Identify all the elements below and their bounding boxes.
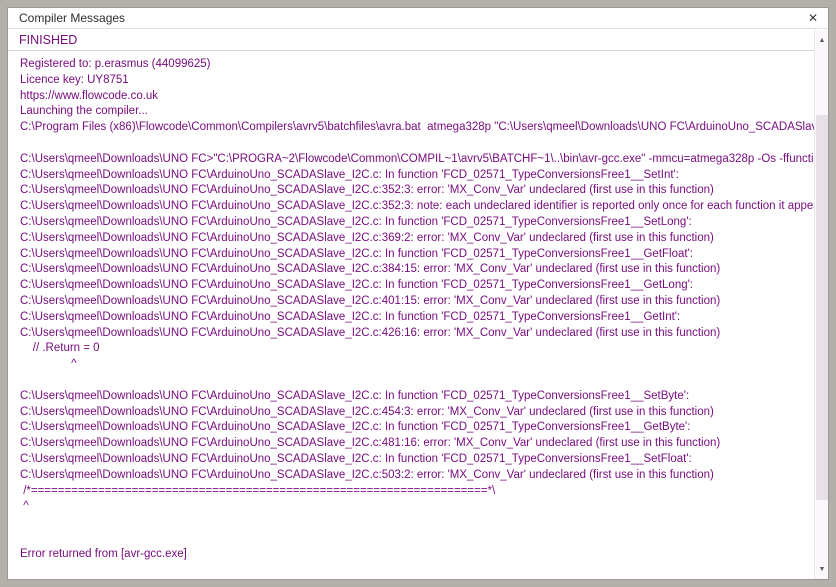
compiler-messages-window: Compiler Messages ✕ FINISHED Registered … xyxy=(7,7,829,580)
log-line: // .Return = 0 xyxy=(20,341,814,357)
scrollbar-thumb[interactable] xyxy=(816,115,828,500)
log-line: C:\Users\qmeel\Downloads\UNO FC\ArduinoU… xyxy=(20,436,814,452)
status-bar: FINISHED xyxy=(8,29,814,51)
log-line: C:\Users\qmeel\Downloads\UNO FC\ArduinoU… xyxy=(20,262,814,278)
log-line: C:\Users\qmeel\Downloads\UNO FC\ArduinoU… xyxy=(20,231,814,247)
close-icon[interactable]: ✕ xyxy=(804,9,822,27)
log-line: /*======================================… xyxy=(20,484,814,500)
log-line: Launching the compiler... xyxy=(20,104,814,120)
log-line: C:\Users\qmeel\Downloads\UNO FC\ArduinoU… xyxy=(20,247,814,263)
log-line: C:\Users\qmeel\Downloads\UNO FC\ArduinoU… xyxy=(20,278,814,294)
log-line: C:\Users\qmeel\Downloads\UNO FC>"C:\PROG… xyxy=(20,152,814,168)
log-line: Error returned from [avr-gcc.exe] xyxy=(20,547,814,563)
log-line: C:\Users\qmeel\Downloads\UNO FC\ArduinoU… xyxy=(20,215,814,231)
log-line: C:\Users\qmeel\Downloads\UNO FC\ArduinoU… xyxy=(20,452,814,468)
log-line xyxy=(20,136,814,152)
log-line: Registered to: p.erasmus (44099625) xyxy=(20,57,814,73)
scroll-up-icon[interactable]: ▲ xyxy=(815,33,829,48)
log-line xyxy=(20,515,814,531)
status-text: FINISHED xyxy=(8,33,77,47)
log-line: C:\Users\qmeel\Downloads\UNO FC\ArduinoU… xyxy=(20,183,814,199)
vertical-scrollbar[interactable]: ▲ ▼ xyxy=(814,30,828,579)
log-line: C:\Users\qmeel\Downloads\UNO FC\ArduinoU… xyxy=(20,468,814,484)
log-line: Licence key: UY8751 xyxy=(20,73,814,89)
log-line: ^ xyxy=(20,499,814,515)
compiler-log-output[interactable]: Registered to: p.erasmus (44099625)Licen… xyxy=(8,53,814,579)
log-line xyxy=(20,531,814,547)
log-line: C:\Users\qmeel\Downloads\UNO FC\ArduinoU… xyxy=(20,405,814,421)
window-title: Compiler Messages xyxy=(8,11,125,25)
log-line: C:\Users\qmeel\Downloads\UNO FC\ArduinoU… xyxy=(20,310,814,326)
scroll-down-icon[interactable]: ▼ xyxy=(815,562,829,577)
log-line: C:\Program Files (x86)\Flowcode\Common\C… xyxy=(20,120,814,136)
log-line: C:\Users\qmeel\Downloads\UNO FC\ArduinoU… xyxy=(20,168,814,184)
log-line: C:\Users\qmeel\Downloads\UNO FC\ArduinoU… xyxy=(20,389,814,405)
log-line: https://www.flowcode.co.uk xyxy=(20,89,814,105)
log-line: C:\Users\qmeel\Downloads\UNO FC\ArduinoU… xyxy=(20,199,814,215)
log-line: ^ xyxy=(20,357,814,373)
log-line: C:\Users\qmeel\Downloads\UNO FC\ArduinoU… xyxy=(20,326,814,342)
log-line: C:\Users\qmeel\Downloads\UNO FC\ArduinoU… xyxy=(20,294,814,310)
log-line xyxy=(20,373,814,389)
titlebar: Compiler Messages ✕ xyxy=(8,8,828,29)
log-line: C:\Users\qmeel\Downloads\UNO FC\ArduinoU… xyxy=(20,420,814,436)
